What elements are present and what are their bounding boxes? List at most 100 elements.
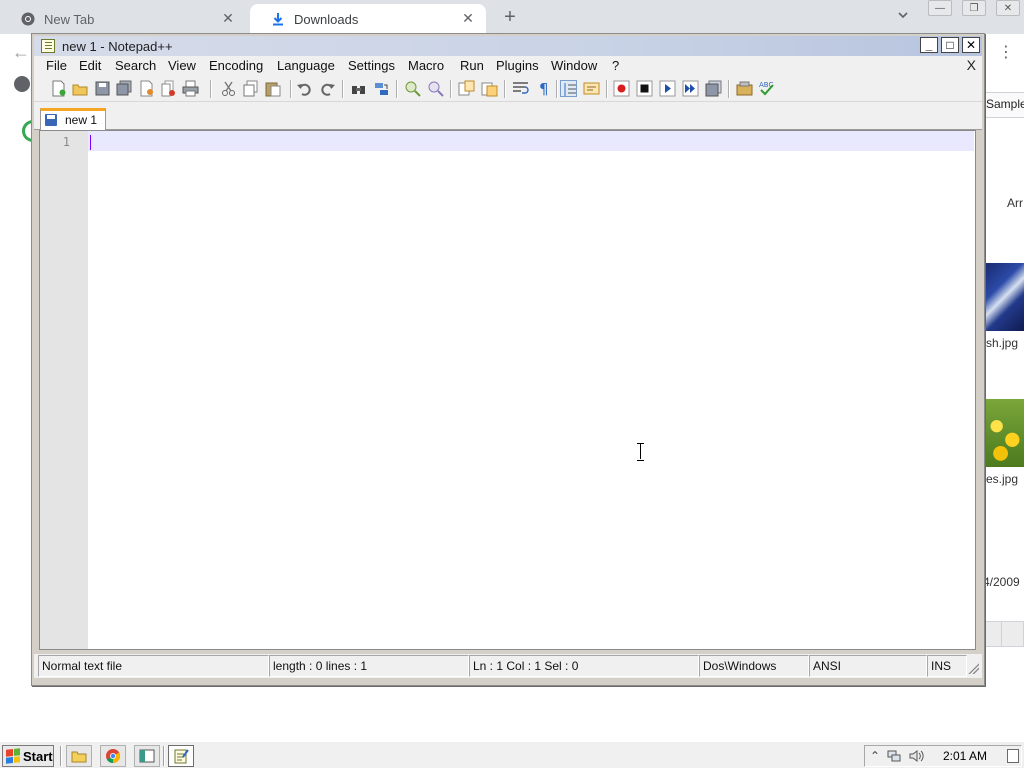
menu-encoding[interactable]: Encoding	[209, 58, 263, 73]
plugin-icon[interactable]	[736, 80, 753, 97]
notepad-icon	[41, 39, 55, 53]
toolbar-separator	[606, 80, 607, 98]
toolbar-separator	[728, 80, 729, 98]
save-icon[interactable]	[94, 80, 111, 97]
title-bar[interactable]: new 1 - Notepad++ _ □ ✕	[34, 36, 982, 56]
window-app-icon[interactable]	[134, 745, 160, 767]
maximize-button[interactable]: □	[941, 37, 959, 53]
close-all-icon[interactable]	[160, 80, 177, 97]
cut-icon[interactable]	[220, 80, 237, 97]
image-thumbnail[interactable]	[985, 399, 1024, 467]
open-file-icon[interactable]	[72, 80, 89, 97]
text-cursor-icon	[637, 443, 644, 461]
menu-bar: File Edit Search View Encoding Language …	[34, 56, 982, 76]
svg-text:¶: ¶	[539, 80, 549, 97]
print-icon[interactable]	[182, 80, 199, 97]
redo-icon[interactable]	[319, 80, 336, 97]
horizontal-scrollbar[interactable]	[985, 621, 1024, 647]
show-desktop-button[interactable]	[1007, 749, 1019, 763]
new-tab-button[interactable]: +	[499, 6, 521, 29]
menu-plugins[interactable]: Plugins	[496, 58, 539, 73]
toolbar-separator	[342, 80, 343, 98]
user-language-icon[interactable]	[583, 80, 600, 97]
replace-icon[interactable]	[373, 80, 390, 97]
save-macro-icon[interactable]	[705, 80, 722, 97]
back-arrow-icon[interactable]: ←	[12, 42, 30, 63]
show-all-chars-icon[interactable]: ¶	[535, 80, 552, 97]
status-length-lines: length : 0 lines : 1	[269, 655, 469, 677]
document-tab-new-1[interactable]: new 1	[40, 108, 106, 130]
word-wrap-icon[interactable]	[512, 80, 529, 97]
windows-logo-icon	[6, 748, 20, 764]
resize-grip[interactable]	[967, 662, 979, 674]
folder-icon[interactable]	[66, 745, 92, 767]
minimize-button[interactable]: —	[928, 0, 952, 16]
status-encoding: ANSI	[809, 655, 927, 677]
current-line-highlight	[88, 131, 974, 151]
find-icon[interactable]	[350, 80, 367, 97]
text-editor[interactable]: 1	[39, 130, 976, 650]
indent-guide-icon[interactable]	[560, 80, 577, 97]
save-all-icon[interactable]	[116, 80, 133, 97]
record-macro-icon[interactable]	[613, 80, 630, 97]
menu-run[interactable]: Run	[460, 58, 484, 73]
close-document-button[interactable]: X	[967, 57, 976, 73]
window-controls: _ □ ✕	[917, 37, 980, 53]
menu-edit[interactable]: Edit	[79, 58, 101, 73]
zoom-in-icon[interactable]	[404, 80, 421, 97]
notepadpp-taskbar-button[interactable]	[168, 745, 194, 767]
toolbar-separator	[504, 80, 505, 98]
chevron-up-icon[interactable]: ⌃	[868, 749, 882, 763]
status-position: Ln : 1 Col : 1 Sel : 0	[469, 655, 699, 677]
zoom-out-icon[interactable]	[427, 80, 444, 97]
file-name: sh.jpg	[986, 336, 1019, 350]
browser-tab-new-tab[interactable]: New Tab ✕	[0, 4, 246, 34]
run-macro-multiple-icon[interactable]	[682, 80, 699, 97]
new-file-icon[interactable]	[50, 80, 67, 97]
menu-file[interactable]: File	[46, 58, 67, 73]
system-tray: ⌃ 2:01 AM	[864, 745, 1022, 767]
image-thumbnail[interactable]	[985, 263, 1024, 331]
volume-icon[interactable]	[909, 749, 924, 763]
spell-check-icon[interactable]: ABC	[758, 80, 775, 97]
chrome-icon[interactable]	[100, 745, 126, 767]
network-icon[interactable]	[887, 749, 901, 763]
minimize-button[interactable]: _	[920, 37, 938, 53]
close-file-icon[interactable]	[138, 80, 155, 97]
clock[interactable]: 2:01 AM	[943, 749, 987, 763]
menu-language[interactable]: Language	[277, 58, 335, 73]
start-button[interactable]: Start	[2, 745, 54, 767]
globe-icon	[14, 76, 30, 92]
chrome-icon	[20, 11, 36, 27]
menu-settings[interactable]: Settings	[348, 58, 395, 73]
sync-vertical-icon[interactable]	[458, 80, 475, 97]
paste-icon[interactable]	[264, 80, 281, 97]
menu-macro[interactable]: Macro	[408, 58, 444, 73]
restore-button[interactable]: ❐	[962, 0, 986, 16]
document-tab-label: new 1	[65, 113, 98, 127]
line-number-gutter: 1	[40, 131, 88, 649]
more-menu-icon[interactable]: ⋮	[998, 42, 1014, 62]
toolbar-separator	[210, 80, 211, 98]
menu-window[interactable]: Window	[551, 58, 597, 73]
status-file-type: Normal text file	[38, 655, 269, 677]
status-eol: Dos\Windows	[699, 655, 809, 677]
close-button[interactable]: ✕	[996, 0, 1020, 16]
close-icon[interactable]: ✕	[220, 10, 236, 27]
menu-view[interactable]: View	[168, 58, 196, 73]
menu-help[interactable]: ?	[612, 58, 619, 73]
chevron-down-icon[interactable]	[896, 8, 912, 24]
undo-icon[interactable]	[296, 80, 313, 97]
browser-tab-downloads[interactable]: Downloads ✕	[250, 4, 486, 34]
browser-tab-strip: New Tab ✕ Downloads ✕ + — ❐ ✕	[0, 0, 1024, 34]
file-name: es.jpg	[986, 472, 1019, 486]
toolbar-separator	[396, 80, 397, 98]
play-macro-icon[interactable]	[659, 80, 676, 97]
toolbar: ¶ ABC	[34, 76, 982, 102]
stop-macro-icon[interactable]	[636, 80, 653, 97]
copy-icon[interactable]	[242, 80, 259, 97]
close-icon[interactable]: ✕	[460, 10, 476, 27]
close-button[interactable]: ✕	[962, 37, 980, 53]
sync-horizontal-icon[interactable]	[481, 80, 498, 97]
menu-search[interactable]: Search	[115, 58, 156, 73]
